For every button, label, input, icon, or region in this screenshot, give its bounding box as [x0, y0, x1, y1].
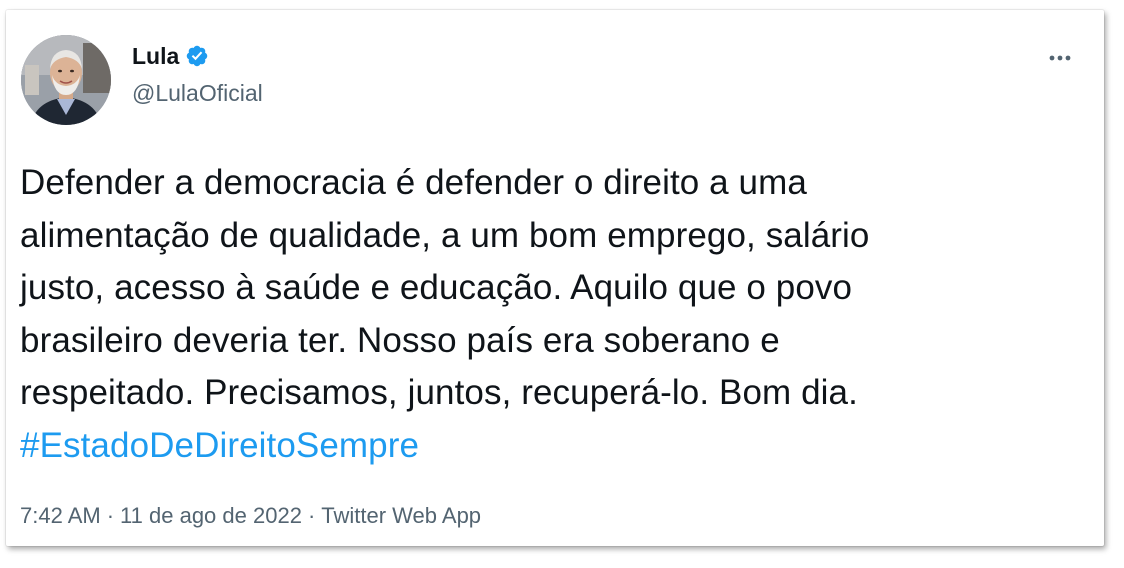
tweet-text-line: respeitado. Precisamos, juntos, recuperá… [20, 373, 858, 412]
meta-separator: · [106, 503, 115, 528]
tweet-metadata: 7:42 AM · 11 de ago de 2022 · Twitter Web Ap… [20, 503, 481, 529]
meta-separator: · [307, 503, 316, 528]
author-name-row[interactable]: Lula [132, 40, 209, 72]
avatar[interactable] [21, 35, 111, 125]
tweet-timestamp-link[interactable]: 7:42 AM · 11 de ago de 2022 [20, 503, 302, 528]
author-display-name[interactable]: Lula [132, 43, 179, 70]
tweet-text: Defender a democracia é defender o direi… [20, 157, 1080, 472]
tweet-card: Lula @LulaOficial Defender a democracia … [6, 10, 1104, 546]
tweet-text-line: alimentação de qualidade, a um bom empre… [20, 215, 870, 255]
more-options-button[interactable] [1044, 42, 1076, 74]
tweet-time: 7:42 AM [20, 503, 101, 528]
verified-badge-icon [185, 44, 209, 68]
author-handle[interactable]: @LulaOficial [132, 80, 263, 107]
avatar-photo [21, 35, 111, 125]
tweet-text-line: justo, acesso à saúde e educação. Aquilo… [20, 268, 853, 307]
tweet-source-link[interactable]: Twitter Web App [321, 503, 481, 528]
tweet-text-line: brasileiro deveria ter. Nosso país era s… [20, 320, 780, 360]
tweet-text-line: Defender a democracia é defender o direi… [20, 163, 807, 202]
more-options-icon [1049, 55, 1071, 61]
tweet-date: 11 de ago de 2022 [120, 503, 302, 528]
hashtag-link[interactable]: #EstadoDeDireitoSempre [20, 420, 1080, 473]
